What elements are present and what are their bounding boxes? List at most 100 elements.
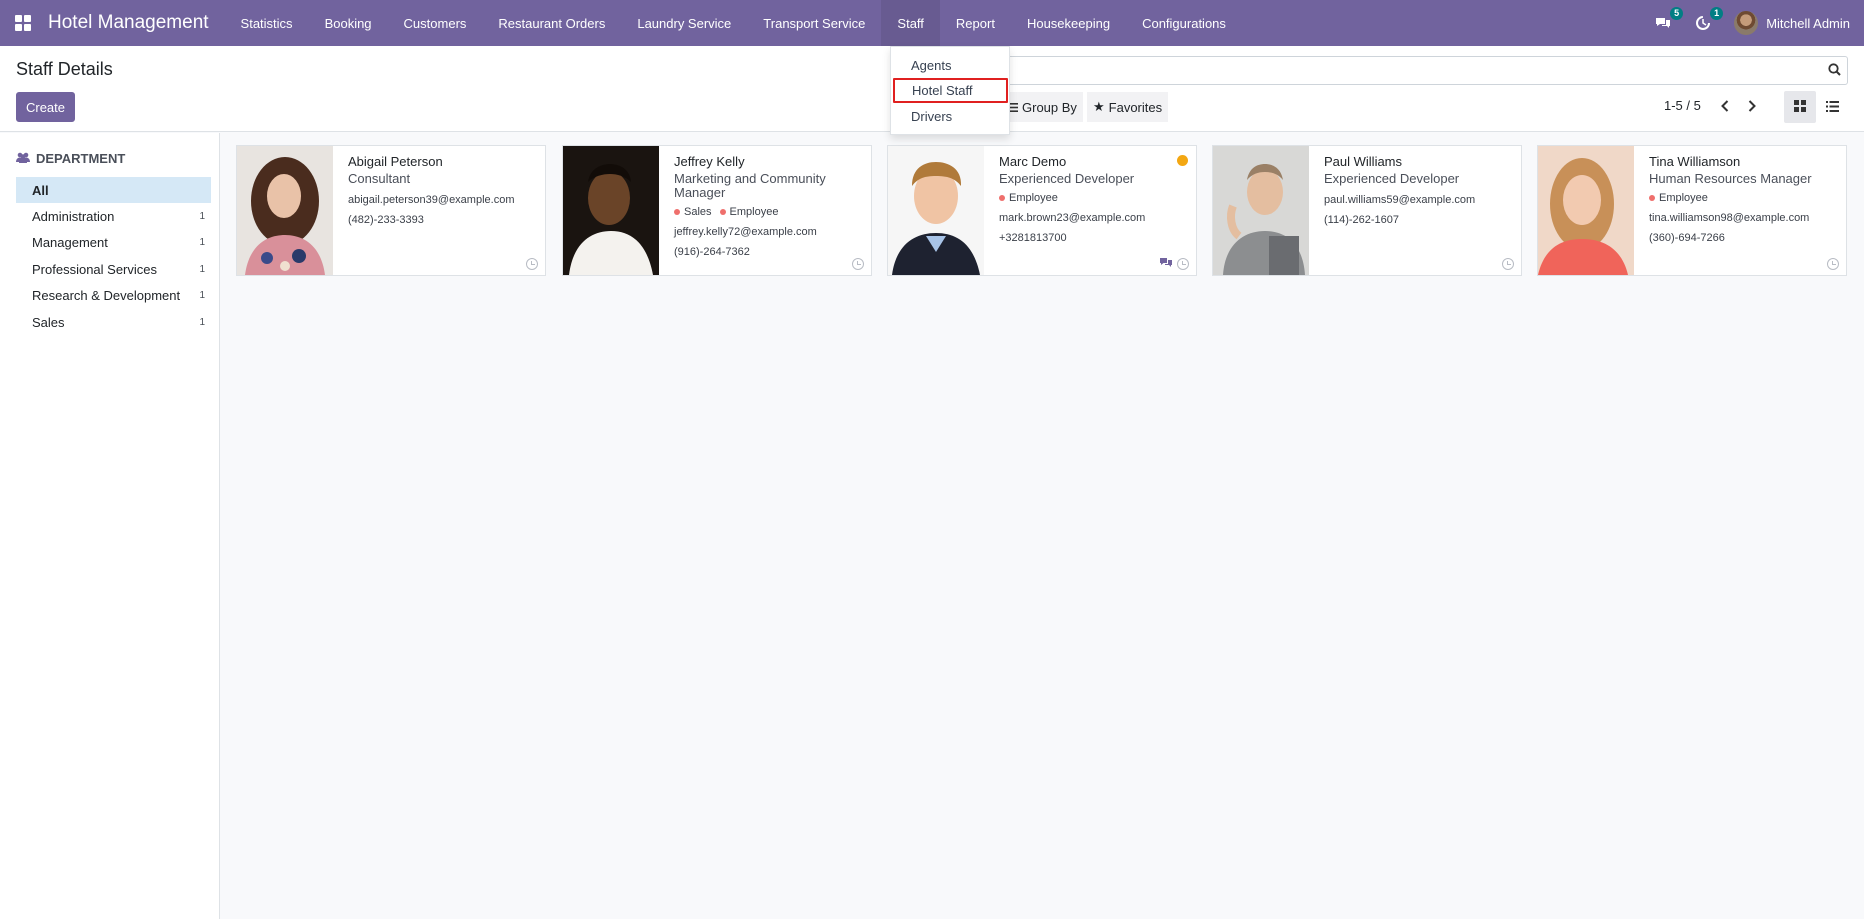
menu-booking[interactable]: Booking [309,0,388,46]
employee-phone: (916)-264-7362 [674,246,750,258]
department-heading-label: DEPARTMENT [36,151,126,166]
star-icon: ★ [1093,99,1105,114]
employee-photo [563,146,659,275]
sidebar-item-research-development[interactable]: Research & Development 1 [16,282,211,308]
clock-icon[interactable] [526,258,538,270]
employee-card[interactable]: Tina Williamson Human Resources Manager … [1537,145,1847,276]
menu-report[interactable]: Report [940,0,1011,46]
group-by-icon [1009,100,1018,115]
pager-value[interactable]: 1-5 / 5 [1664,98,1701,113]
sidebar-item-label: Professional Services [32,261,157,277]
employee-tags: Employee [1649,192,1836,204]
chat-icon[interactable] [1160,255,1172,270]
menu-staff[interactable]: Staff [881,0,940,46]
pager-next-button[interactable] [1740,92,1764,122]
sidebar-item-label: Management [32,234,108,250]
employee-name: Marc Demo [999,154,1067,169]
employee-photo [1213,146,1309,275]
sidebar-item-count: 1 [199,236,205,248]
tag-label: Employee [729,206,779,218]
activities-badge: 1 [1710,7,1724,20]
search-icon[interactable] [1828,63,1841,79]
menu-configurations[interactable]: Configurations [1126,0,1242,46]
employee-card[interactable]: Marc Demo Experienced Developer Employee… [887,145,1197,276]
employee-tags: Sales Employee [674,206,861,218]
employee-tags: Employee [999,192,1186,204]
messages-icon[interactable]: 5 [1654,7,1684,32]
dropdown-item-hotel-staff[interactable]: Hotel Staff [893,78,1008,103]
kanban-view-button[interactable] [1784,91,1816,123]
employee-job-title: Human Resources Manager [1649,171,1812,186]
tag-color-dot [674,209,680,215]
employee-phone: +3281813700 [999,232,1067,244]
staff-dropdown-menu: Agents Hotel Staff Drivers [890,46,1010,135]
employee-email: paul.williams59@example.com [1324,194,1476,206]
list-icon [1825,100,1839,115]
employee-email: jeffrey.kelly72@example.com [674,226,817,238]
sidebar-item-management[interactable]: Management 1 [16,229,211,255]
search-bar [1007,56,1848,85]
create-button[interactable]: Create [16,92,75,122]
list-view-button[interactable] [1816,91,1848,123]
employee-email: abigail.peterson39@example.com [348,194,515,206]
employee-job-title: Consultant [348,171,411,186]
sidebar-item-label: Administration [32,208,115,224]
sidebar-item-administration[interactable]: Administration 1 [16,203,211,229]
menu-transport-service[interactable]: Transport Service [747,0,881,46]
sidebar-item-count: 1 [199,210,205,222]
dropdown-item-agents[interactable]: Agents [891,53,1009,78]
menu-housekeeping[interactable]: Housekeeping [1011,0,1126,46]
menu-statistics[interactable]: Statistics [225,0,309,46]
search-input[interactable] [1008,57,1808,84]
employee-job-title: Experienced Developer [999,171,1135,186]
users-icon [16,151,30,166]
department-heading: DEPARTMENT [16,151,125,166]
employee-job-title: Marketing and Community Manager [674,171,826,200]
employee-card[interactable]: Paul Williams Experienced Developer paul… [1212,145,1522,276]
tag-color-dot [1649,195,1655,201]
page-title: Staff Details [16,59,113,79]
sidebar-item-label: Sales [32,314,65,330]
employee-phone: (360)-694-7266 [1649,232,1725,244]
clock-icon[interactable] [1177,258,1189,270]
sidebar-item-professional-services[interactable]: Professional Services 1 [16,256,211,282]
pager-previous-button[interactable] [1713,92,1737,122]
menu-laundry-service[interactable]: Laundry Service [621,0,747,46]
employee-card[interactable]: Abigail Peterson Consultant abigail.pete… [236,145,546,276]
employee-info: Paul Williams Experienced Developer paul… [1324,153,1511,226]
presence-status-indicator [1177,155,1188,166]
employee-email: mark.brown23@example.com [999,212,1146,224]
clock-icon[interactable] [852,258,864,270]
app-brand[interactable]: Hotel Management [48,12,209,34]
navbar-systray: 5 1 Mitchell Admin [1654,0,1850,46]
employee-phone: (114)-262-1607 [1324,214,1400,226]
tag-label: Employee [1659,192,1708,204]
tag-label: Employee [1009,192,1058,204]
employee-name: Jeffrey Kelly [674,154,745,169]
employee-card[interactable]: Jeffrey Kelly Marketing and Community Ma… [562,145,872,276]
favorites-button[interactable]: ★ Favorites [1087,92,1169,122]
dropdown-item-drivers[interactable]: Drivers [891,104,1009,129]
menu-restaurant-orders[interactable]: Restaurant Orders [482,0,621,46]
clock-icon[interactable] [1827,258,1839,270]
tag-color-dot [719,209,726,215]
sidebar-item-all[interactable]: All [16,177,211,203]
kanban-grid-icon [1794,99,1806,115]
main-menu: Statistics Booking Customers Restaurant … [225,0,1242,46]
employee-job-title: Experienced Developer [1324,171,1460,186]
user-menu[interactable]: Mitchell Admin [1734,11,1850,35]
tag-employee: Employee [719,206,779,218]
app-menu-icon[interactable] [0,0,46,46]
employee-name: Paul Williams [1324,154,1403,169]
chevron-left-icon [1721,99,1729,115]
clock-icon[interactable] [1502,258,1514,270]
department-sidebar: DEPARTMENT All Administration 1 Manageme… [0,133,220,919]
menu-customers[interactable]: Customers [388,0,483,46]
tag-employee: Employee [999,192,1058,204]
activities-icon[interactable]: 1 [1694,7,1724,32]
employee-info: Marc Demo Experienced Developer Employee… [999,153,1186,244]
sidebar-item-sales[interactable]: Sales 1 [16,309,211,335]
employee-info: Abigail Peterson Consultant abigail.pete… [348,153,535,226]
group-by-button[interactable]: Group By [1003,92,1083,122]
employee-info: Tina Williamson Human Resources Manager … [1649,153,1836,244]
